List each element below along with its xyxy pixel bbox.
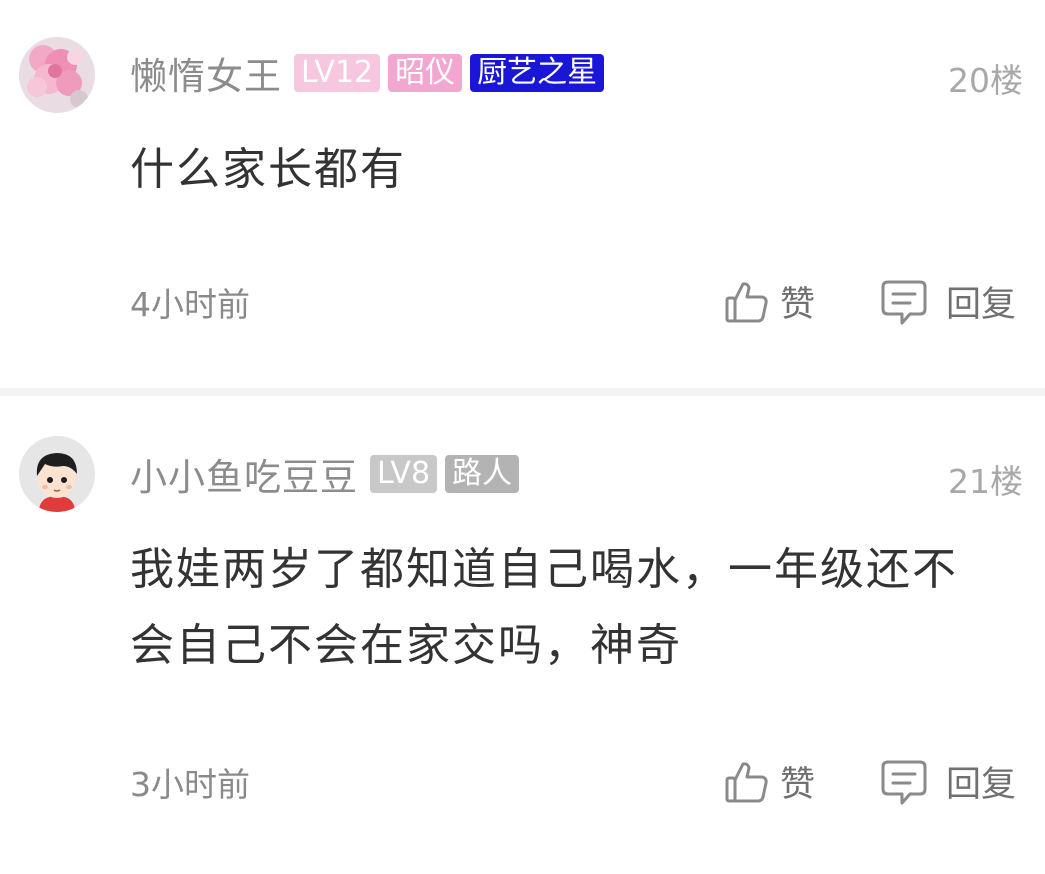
reply-label: 回复 (946, 285, 1017, 325)
comment-item: 懒惰女王 LV12 昭仪 厨艺之星 20楼 什么家长都有 4小时前 赞 回复 (0, 0, 1045, 388)
comment-bubble-icon (880, 758, 928, 806)
floor-number: 21楼 (948, 462, 1023, 501)
pink-flower-avatar-icon[interactable] (19, 37, 95, 113)
floor-number: 20楼 (948, 61, 1023, 100)
like-button[interactable]: 赞 (724, 756, 815, 807)
like-button[interactable]: 赞 (724, 276, 815, 327)
reply-button[interactable]: 回复 (880, 276, 1016, 327)
comment-text: 什么家长都有 (130, 144, 406, 195)
title-badge: 昭仪 (388, 54, 463, 92)
thumbs-up-icon (724, 279, 770, 325)
level-badge: LV12 (294, 54, 381, 92)
thumbs-up-icon (724, 759, 770, 805)
comment-header: 懒惰女王 LV12 昭仪 厨艺之星 (130, 52, 612, 98)
reply-label: 回复 (946, 765, 1017, 805)
title-badge: 路人 (445, 455, 520, 493)
level-badge: LV8 (370, 455, 438, 493)
timestamp: 3小时前 (130, 765, 250, 804)
cartoon-kid-avatar-icon[interactable] (19, 436, 95, 512)
timestamp: 4小时前 (130, 285, 250, 324)
username[interactable]: 懒惰女王 (130, 46, 282, 100)
divider (0, 388, 1045, 396)
comment-bubble-icon (880, 278, 928, 326)
comment-text: 我娃两岁了都知道自己喝水，一年级还不会自己不会在家交吗，神奇 (130, 544, 958, 671)
like-label: 赞 (780, 285, 816, 325)
like-label: 赞 (780, 765, 816, 805)
reply-button[interactable]: 回复 (880, 756, 1016, 807)
honor-badge: 厨艺之星 (470, 54, 605, 92)
comment-header: 小小鱼吃豆豆 LV8 路人 (130, 453, 527, 499)
username[interactable]: 小小鱼吃豆豆 (130, 447, 358, 501)
comment-item: 小小鱼吃豆豆 LV8 路人 21楼 我娃两岁了都知道自己喝水，一年级还不会自己不… (0, 396, 1045, 866)
